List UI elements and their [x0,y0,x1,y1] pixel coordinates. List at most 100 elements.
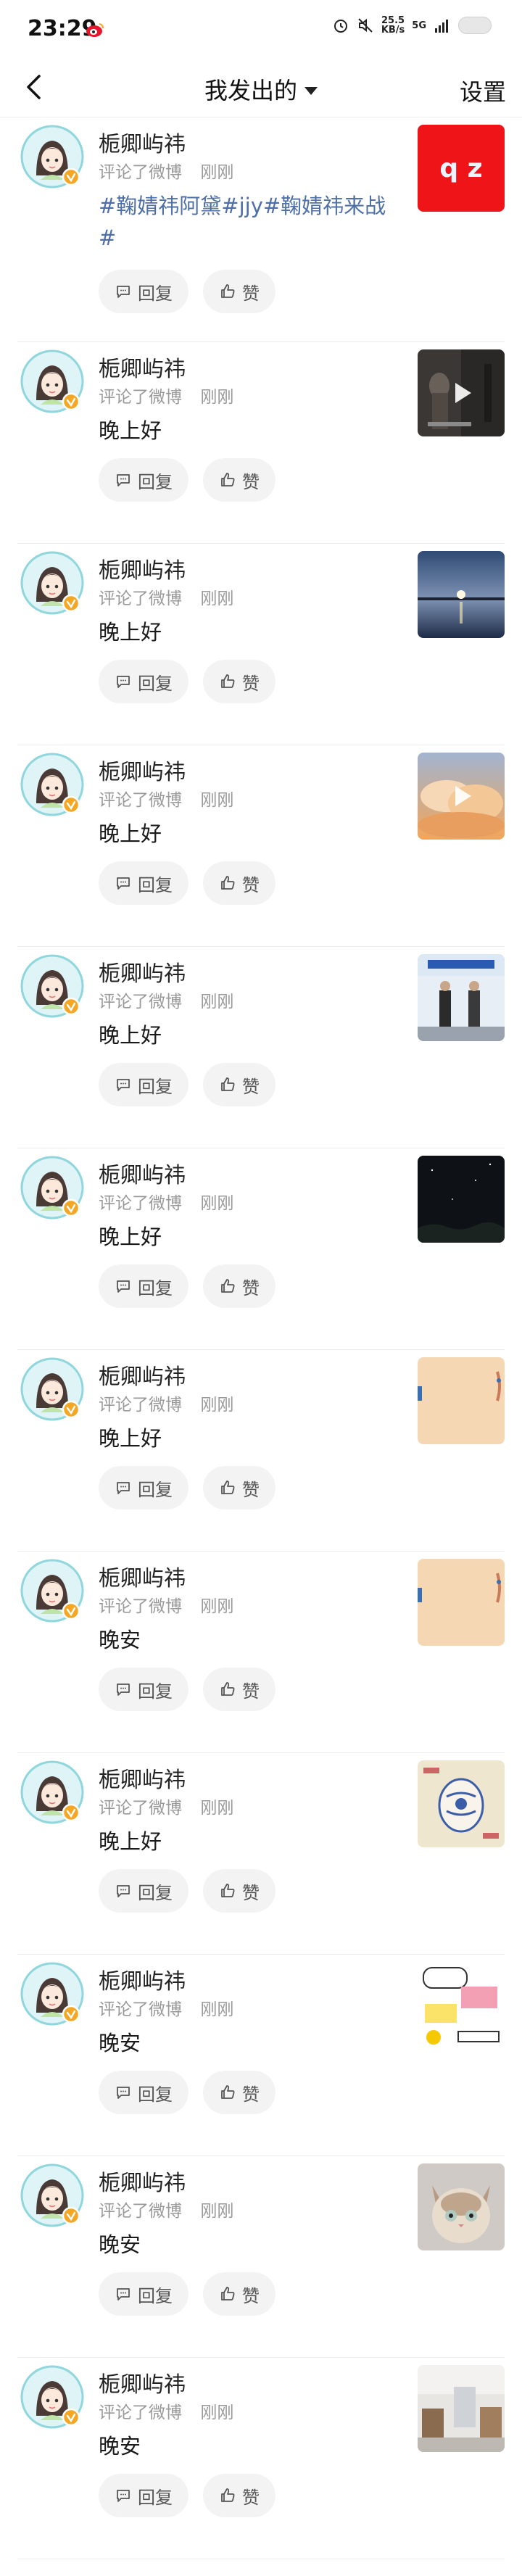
comment-meta: 评论了微博 刚刚 [99,1592,233,1617]
reply-button[interactable]: 回复 [99,1668,188,1711]
user-name[interactable]: 栀卿屿祎 [99,126,186,158]
user-avatar[interactable] [20,954,84,1018]
user-name[interactable]: 栀卿屿祎 [99,1963,186,1995]
weibo-thumbnail[interactable] [418,2365,505,2452]
comment-meta: 评论了微博 刚刚 [99,1189,233,1214]
user-name[interactable]: 栀卿屿祎 [99,1157,186,1189]
weibo-thumbnail[interactable] [418,954,505,1041]
weibo-thumbnail[interactable] [418,1962,505,2049]
comment-meta: 评论了微博 刚刚 [99,1995,233,2020]
user-avatar[interactable] [20,2163,84,2227]
comment-item[interactable]: 栀卿屿祎 评论了微博 刚刚 晚安 回复 赞 [17,2156,505,2358]
weibo-thumbnail[interactable] [418,1357,505,1444]
weibo-thumbnail[interactable]: q z [418,125,505,212]
like-label: 赞 [242,2084,260,2105]
reply-button[interactable]: 回复 [99,1063,188,1106]
comment-item[interactable]: 栀卿屿祎 评论了微博 刚刚 晚上好 回复 赞 [17,947,505,1148]
comment-item[interactable]: 栀卿屿祎 评论了微博 刚刚 晚上好 回复 赞 [17,342,505,544]
page-title-dropdown[interactable]: 我发出的 [0,73,522,106]
reply-label: 回复 [138,1882,173,1903]
comment-item[interactable]: 栀卿屿祎 评论了微博 刚刚 #鞠婧祎阿黛#jjy#鞠婧祎来战# q z 回复 赞 [17,117,505,342]
thumb-up-icon [221,2488,235,2502]
reply-button[interactable]: 回复 [99,1869,188,1913]
reply-button[interactable]: 回复 [99,2071,188,2114]
reply-label: 回复 [138,1076,173,1097]
thumb-up-icon [221,1077,235,1091]
like-button[interactable]: 赞 [203,2272,276,2316]
verified-badge-icon [62,1198,80,1217]
user-avatar[interactable] [20,1357,84,1421]
reply-button[interactable]: 回复 [99,1264,188,1308]
like-button[interactable]: 赞 [203,1668,276,1711]
like-button[interactable]: 赞 [203,1063,276,1106]
comment-item[interactable]: 栀卿屿祎 评论了微博 刚刚 晚上好 回复 赞 [17,1350,505,1552]
comment-item[interactable]: 栀卿屿祎 评论了微博 刚刚 晚安 回复 赞 [17,1552,505,1753]
user-name[interactable]: 栀卿屿祎 [99,956,186,987]
reply-button[interactable]: 回复 [99,2272,188,2316]
weibo-thumbnail[interactable] [418,1156,505,1243]
comment-item[interactable]: 栀卿屿祎 评论了微博 刚刚 晚上好 回复 赞 [17,544,505,745]
comment-action-text: 评论了微博 [99,589,182,608]
weibo-thumbnail[interactable] [418,1760,505,1847]
weibo-thumbnail[interactable] [418,2163,505,2250]
comment-time: 刚刚 [200,1799,234,1818]
weibo-thumbnail[interactable] [418,551,505,638]
like-button[interactable]: 赞 [203,458,276,502]
comment-item[interactable]: 栀卿屿祎 评论了微博 刚刚 晚上好 回复 赞 [17,1753,505,1955]
user-avatar[interactable] [20,349,84,413]
thumb-text: q z [439,154,482,183]
user-name[interactable]: 栀卿屿祎 [99,1762,186,1794]
comment-text[interactable]: #鞠婧祎阿黛#jjy#鞠婧祎来战# [99,190,403,254]
reply-button[interactable]: 回复 [99,660,188,703]
user-avatar[interactable] [20,2365,84,2429]
comment-text: 晚安 [99,2434,141,2459]
like-button[interactable]: 赞 [203,2474,276,2517]
user-name[interactable]: 栀卿屿祎 [99,1359,186,1391]
weibo-thumbnail[interactable] [418,753,505,840]
user-avatar[interactable] [20,1962,84,2026]
comment-item[interactable]: 栀卿屿祎 评论了微博 刚刚 晚安 回复 赞 [17,1955,505,2156]
comment-text: 晚安 [99,2031,141,2055]
like-button[interactable]: 赞 [203,270,276,313]
user-name[interactable]: 栀卿屿祎 [99,1560,186,1592]
comment-item[interactable]: 栀卿屿祎 评论了微博 刚刚 晚上好 回复 赞 [17,745,505,947]
comment-actions: 回复 赞 [99,2071,276,2114]
weibo-thumbnail[interactable] [418,349,505,436]
comment-actions: 回复 赞 [99,458,276,502]
reply-label: 回复 [138,1681,173,1702]
user-name[interactable]: 栀卿屿祎 [99,2366,186,2398]
user-name[interactable]: 栀卿屿祎 [99,754,186,786]
comment-item[interactable]: 栀卿屿祎 评论了微博 刚刚 晚安 回复 赞 [17,2358,505,2559]
user-name[interactable]: 栀卿屿祎 [99,351,186,383]
comment-item[interactable]: 栀卿屿祎 评论了微博 刚刚 晚上好 回复 赞 [17,1148,505,1350]
user-avatar[interactable] [20,753,84,816]
like-button[interactable]: 赞 [203,1264,276,1308]
comment-text: 晚上好 [99,418,162,443]
thumb-up-icon [221,1480,235,1494]
settings-button[interactable]: 设置 [460,74,506,107]
like-button[interactable]: 赞 [203,1869,276,1913]
user-avatar[interactable] [20,1156,84,1219]
thumb-up-icon [221,2287,235,2300]
alarm-icon [334,20,347,33]
like-button[interactable]: 赞 [203,861,276,905]
comment-text: 晚上好 [99,821,162,846]
user-name[interactable]: 栀卿屿祎 [99,552,186,584]
comment-bubble-icon [117,1482,130,1494]
user-name[interactable]: 栀卿屿祎 [99,2165,186,2197]
user-avatar[interactable] [20,125,84,189]
like-button[interactable]: 赞 [203,2071,276,2114]
user-avatar[interactable] [20,1760,84,1824]
user-avatar[interactable] [20,1559,84,1623]
weibo-thumbnail[interactable] [418,1559,505,1646]
like-button[interactable]: 赞 [203,660,276,703]
reply-button[interactable]: 回复 [99,2474,188,2517]
user-avatar[interactable] [20,551,84,615]
comment-list: 栀卿屿祎 评论了微博 刚刚 #鞠婧祎阿黛#jjy#鞠婧祎来战# q z 回复 赞… [0,117,522,2559]
comment-meta: 评论了微博 刚刚 [99,2398,233,2423]
reply-button[interactable]: 回复 [99,861,188,905]
reply-button[interactable]: 回复 [99,270,188,313]
like-button[interactable]: 赞 [203,1466,276,1509]
reply-button[interactable]: 回复 [99,458,188,502]
reply-button[interactable]: 回复 [99,1466,188,1509]
